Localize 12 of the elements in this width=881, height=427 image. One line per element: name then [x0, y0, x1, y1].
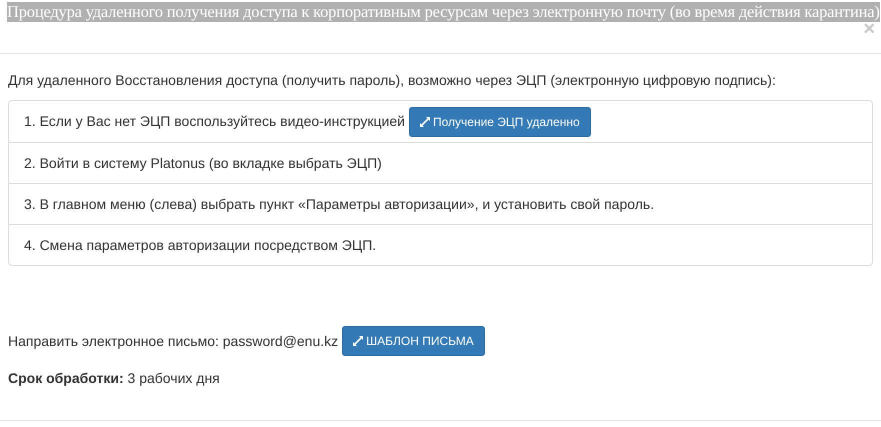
deadline-text: Срок обработки: 3 рабочих дня — [8, 369, 221, 388]
step-text: 3. В главном меню (слева) выбрать пункт «Параметры авторизации», и установить свой пароль. — [24, 194, 654, 214]
video-guide-button[interactable]: Получение ЭЦП удаленно — [408, 106, 591, 136]
step-text: 4. Смена параметров авторизации посредством ЭЦП. — [24, 236, 376, 255]
expand-icon — [353, 336, 364, 346]
step-text: 2. Войти в систему Platonus (во вкладке выбрать ЭЦП) — [24, 154, 382, 173]
intro-text: Для удаленного Восстановления доступа (получить пароль), возможно через ЭЦП (электронную цифровую подпись): — [8, 71, 777, 90]
step-text: 1. Если у Вас нет ЭЦП воспользуйтесь видео-инструкцией — [24, 112, 405, 131]
letter-template-button[interactable]: ШАБЛОН ПИСЬМА — [342, 326, 485, 356]
email-text: Направить электронное письмо: password@enu.kz — [8, 332, 338, 351]
expand-icon — [420, 116, 430, 126]
modal-title: Процедура удаленного получения доступа к корпоративным ресурсам через электронную почту (во время действия карантина) — [7, 2, 880, 22]
